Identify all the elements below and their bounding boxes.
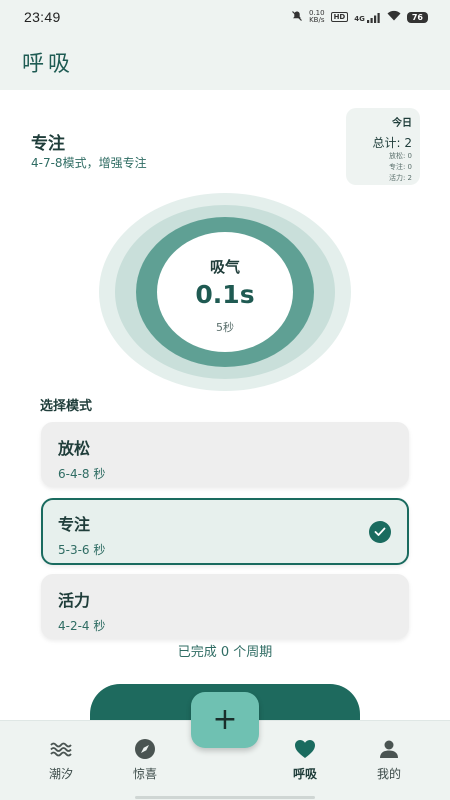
breath-timer: 0.1s xyxy=(195,280,255,309)
mode-card-pattern: 6-4-8 秒 xyxy=(58,467,106,481)
nav-label: 惊喜 xyxy=(132,767,157,781)
signal-icon: 4G xyxy=(354,12,381,23)
status-time: 23:49 xyxy=(24,9,61,25)
heart-icon xyxy=(294,737,316,761)
waves-icon xyxy=(50,737,72,761)
nav-label: 潮汐 xyxy=(48,767,73,781)
mode-card-name: 放松 xyxy=(58,439,91,458)
hd-badge: HD xyxy=(330,12,349,22)
mode-card-pattern: 4-2-4 秒 xyxy=(58,619,106,633)
nav-item-tide[interactable]: 潮汐 xyxy=(21,737,101,782)
compass-icon xyxy=(134,737,156,761)
mute-icon xyxy=(291,10,303,25)
nav-item-profile[interactable]: 我的 xyxy=(349,737,429,782)
nav-label: 我的 xyxy=(376,767,401,781)
mode-card-pattern: 5-3-6 秒 xyxy=(58,543,106,557)
status-icons: 0.10 KB/s HD 4G 76 xyxy=(291,10,428,25)
person-icon xyxy=(379,737,399,761)
nav-item-surprise[interactable]: 惊喜 xyxy=(105,737,185,782)
page-title: 呼吸 xyxy=(22,52,75,77)
net-speed: 0.10 KB/s xyxy=(308,9,325,24)
mode-card-name: 专注 xyxy=(58,515,91,534)
check-icon xyxy=(369,521,391,543)
breath-phase-label: 吸气 xyxy=(209,258,240,276)
cycles-completed-text: 已完成 0 个周期 xyxy=(177,645,273,660)
breath-phase-duration: 5秒 xyxy=(216,321,234,334)
mode-selector-label: 选择模式 xyxy=(40,399,93,414)
add-fab-button[interactable]: + xyxy=(191,692,259,748)
status-bar: 23:49 0.10 KB/s HD 4G 76 xyxy=(0,0,450,34)
main-content: 专注 4-7-8模式，增强专注 今日 总计: 2 放松: 0 专注: 0 活力:… xyxy=(0,90,450,744)
mode-card-energy[interactable]: 活力 4-2-4 秒 xyxy=(41,574,409,639)
nav-item-breath[interactable]: 呼吸 xyxy=(265,737,345,782)
mode-card-relax[interactable]: 放松 6-4-8 秒 xyxy=(41,422,409,487)
battery-indicator: 76 xyxy=(406,11,428,23)
home-indicator xyxy=(135,796,315,799)
mode-card-name: 活力 xyxy=(58,591,91,610)
wifi-icon xyxy=(387,10,401,24)
mode-card-focus[interactable]: 专注 5-3-6 秒 xyxy=(41,498,409,565)
plus-icon: + xyxy=(212,702,238,737)
header: 呼吸 xyxy=(0,34,450,90)
nav-label: 呼吸 xyxy=(292,767,317,781)
